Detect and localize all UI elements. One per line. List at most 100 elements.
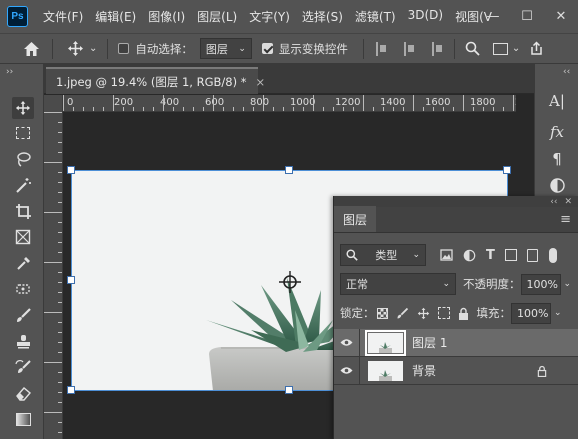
eye-icon[interactable] (334, 356, 360, 385)
ruler-tick (253, 107, 254, 111)
align-right-icon[interactable] (431, 41, 444, 56)
chevron-down-icon[interactable]: ⌄ (89, 43, 97, 54)
align-left-icon[interactable] (375, 41, 388, 56)
layer-row[interactable]: 图层 1 (334, 328, 578, 357)
move-tool[interactable] (12, 97, 34, 119)
menu-edit[interactable]: 编辑(E) (89, 8, 142, 25)
transform-handle[interactable] (285, 386, 293, 394)
ruler-tick (173, 107, 174, 111)
layer-name[interactable]: 背景 (412, 362, 436, 379)
ruler-tick (383, 107, 384, 111)
lock-artboard-icon[interactable] (437, 307, 450, 319)
move-tool-icon[interactable] (67, 40, 84, 57)
filter-shape-icon[interactable] (504, 249, 517, 261)
show-transform-checkbox[interactable] (261, 43, 273, 54)
auto-select-dropdown[interactable]: 图层 ⌄ (199, 38, 252, 59)
magic-wand-icon[interactable] (12, 174, 34, 196)
healing-icon[interactable] (12, 278, 34, 300)
lock-transparent-icon[interactable] (376, 307, 388, 319)
ruler-tick (58, 202, 62, 203)
filter-type-icon[interactable]: T (486, 248, 495, 263)
transform-handle[interactable] (285, 166, 293, 174)
reference-point-icon[interactable] (279, 271, 301, 296)
frame-icon[interactable] (12, 226, 34, 248)
opacity-field[interactable]: 100% (520, 273, 561, 295)
minimize-button[interactable]: — (476, 9, 510, 24)
chevron-down-icon[interactable]: ⌄ (564, 279, 572, 289)
adjustments-panel-button[interactable] (544, 174, 570, 196)
ruler-tick (323, 107, 324, 111)
lock-icon[interactable] (537, 365, 547, 377)
transform-handle[interactable] (67, 276, 75, 284)
history-brush-icon[interactable] (12, 356, 34, 378)
fill-field[interactable]: 100% (511, 302, 551, 324)
collapse-chevrons-icon[interactable]: ‹‹ (563, 67, 570, 77)
workspace-icon[interactable] (492, 42, 508, 55)
brush-icon[interactable] (396, 307, 409, 320)
blend-row: 正常 ⌄ 不透明度： 100% ⌄ (334, 272, 578, 296)
align-center-icon[interactable] (403, 41, 416, 56)
layer-name[interactable]: 图层 1 (412, 334, 447, 351)
ruler-origin[interactable] (44, 95, 63, 112)
maximize-button[interactable]: ☐ (510, 9, 544, 24)
filter-kind-dropdown[interactable]: 类型 ⌄ (340, 244, 426, 266)
transform-handle[interactable] (503, 166, 511, 174)
menu-file[interactable]: 文件(F) (37, 8, 89, 25)
collapse-chevrons-icon[interactable]: ‹‹ (550, 197, 557, 207)
stamp-icon[interactable] (12, 330, 34, 352)
lock-icon[interactable] (458, 307, 469, 320)
menu-select[interactable]: 选择(S) (296, 8, 349, 25)
blend-mode-dropdown[interactable]: 正常 ⌄ (340, 273, 456, 295)
menu-items: 文件(F) 编辑(E) 图像(I) 图层(L) 文字(Y) 选择(S) 滤镜(T… (37, 8, 498, 25)
ruler-tick (183, 107, 184, 111)
lock-position-icon[interactable] (417, 307, 430, 320)
panel-menu-icon[interactable]: ≡ (560, 212, 571, 227)
eraser-icon[interactable] (12, 382, 34, 404)
menu-image[interactable]: 图像(I) (142, 8, 191, 25)
chevron-down-icon[interactable]: ⌄ (512, 43, 520, 54)
transform-handle[interactable] (67, 386, 75, 394)
lasso-icon[interactable] (12, 148, 34, 170)
close-button[interactable]: ✕ (544, 9, 578, 24)
eyedropper-icon[interactable] (12, 252, 34, 274)
layer-filter-row: 类型 ⌄ T (334, 243, 578, 267)
document-tab[interactable]: 1.jpeg @ 19.4% (图层 1, RGB/8) * × (46, 67, 265, 94)
tab-layers[interactable]: 图层 (334, 206, 377, 232)
collapse-chevrons-icon[interactable]: ›› (6, 67, 13, 77)
auto-select-checkbox[interactable] (118, 43, 130, 54)
filter-toggle[interactable] (548, 247, 557, 263)
close-icon[interactable]: ✕ (564, 197, 572, 207)
lock-row: 锁定： 填充： 100% ⌄ (334, 301, 578, 325)
horizontal-ruler[interactable]: 0 200 400 600 800 1000 1200 1400 1600 18… (63, 95, 516, 112)
home-icon[interactable] (22, 40, 40, 58)
paragraph-panel-button[interactable]: ¶ (544, 148, 570, 170)
document-tab-bar: 1.jpeg @ 19.4% (图层 1, RGB/8) * × (44, 64, 534, 94)
chevron-down-icon[interactable]: ⌄ (554, 308, 562, 318)
ruler-tick (353, 107, 354, 111)
filter-smart-object-icon[interactable] (526, 248, 538, 262)
close-tab-icon[interactable]: × (256, 75, 266, 89)
menu-layer[interactable]: 图层(L) (191, 8, 243, 25)
share-icon[interactable] (529, 41, 544, 56)
filter-adjustment-icon[interactable] (463, 249, 476, 262)
crop-icon[interactable] (12, 200, 34, 222)
app-logo[interactable]: Ps (7, 6, 28, 27)
filter-pixel-icon[interactable] (440, 249, 453, 261)
layer-thumbnail[interactable] (365, 329, 406, 356)
transform-handle[interactable] (67, 166, 75, 174)
search-icon[interactable] (465, 41, 480, 56)
vertical-ruler[interactable] (44, 112, 63, 439)
ruler-tick (58, 282, 62, 283)
gradient-icon[interactable] (12, 408, 34, 430)
character-panel-button[interactable]: A| (544, 90, 570, 112)
layer-thumbnail[interactable] (368, 360, 403, 381)
menu-3d[interactable]: 3D(D) (402, 8, 449, 25)
styles-panel-button[interactable]: fx (544, 121, 570, 143)
ruler-tick (58, 402, 62, 403)
eye-icon[interactable] (334, 328, 360, 357)
marquee-icon[interactable] (12, 122, 34, 144)
menu-type[interactable]: 文字(Y) (243, 8, 296, 25)
brush-icon[interactable] (12, 304, 34, 326)
menu-filter[interactable]: 滤镜(T) (349, 8, 402, 25)
layer-row[interactable]: 背景 (334, 356, 578, 385)
